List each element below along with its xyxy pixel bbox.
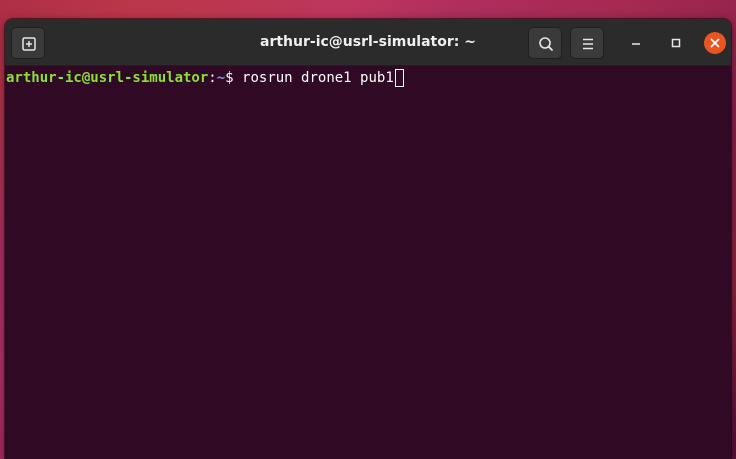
hamburger-menu-icon	[583, 38, 593, 50]
prompt-user-host: arthur-ic@usrl-simulator	[6, 70, 209, 86]
prompt-dollar: $	[225, 70, 243, 86]
prompt-path: ~	[216, 70, 226, 86]
window-titlebar[interactable]: arthur-ic@usrl-simulator: ~	[5, 19, 731, 66]
terminal-window: arthur-ic@usrl-simulator: ~ arthur-ic@us…	[5, 19, 731, 459]
typed-command: rosrun drone1 pub1	[242, 70, 394, 86]
maximize-button[interactable]	[665, 32, 687, 54]
maximize-icon	[671, 38, 681, 48]
menu-button[interactable]	[570, 27, 604, 59]
minimize-button[interactable]	[625, 32, 647, 54]
close-button[interactable]	[704, 32, 726, 54]
close-icon	[710, 38, 720, 48]
command-line[interactable]: arthur-ic@usrl-simulator:~$ rosrun drone…	[6, 69, 404, 87]
new-tab-icon	[22, 37, 36, 51]
search-icon	[539, 37, 553, 51]
new-tab-button[interactable]	[11, 27, 45, 59]
minimize-icon	[632, 43, 640, 45]
prompt-separator: :	[208, 70, 217, 86]
terminal-body[interactable]: arthur-ic@usrl-simulator:~$ rosrun drone…	[5, 66, 731, 459]
window-title: arthur-ic@usrl-simulator: ~	[260, 34, 476, 50]
text-cursor	[394, 69, 404, 87]
search-button[interactable]	[528, 27, 562, 59]
